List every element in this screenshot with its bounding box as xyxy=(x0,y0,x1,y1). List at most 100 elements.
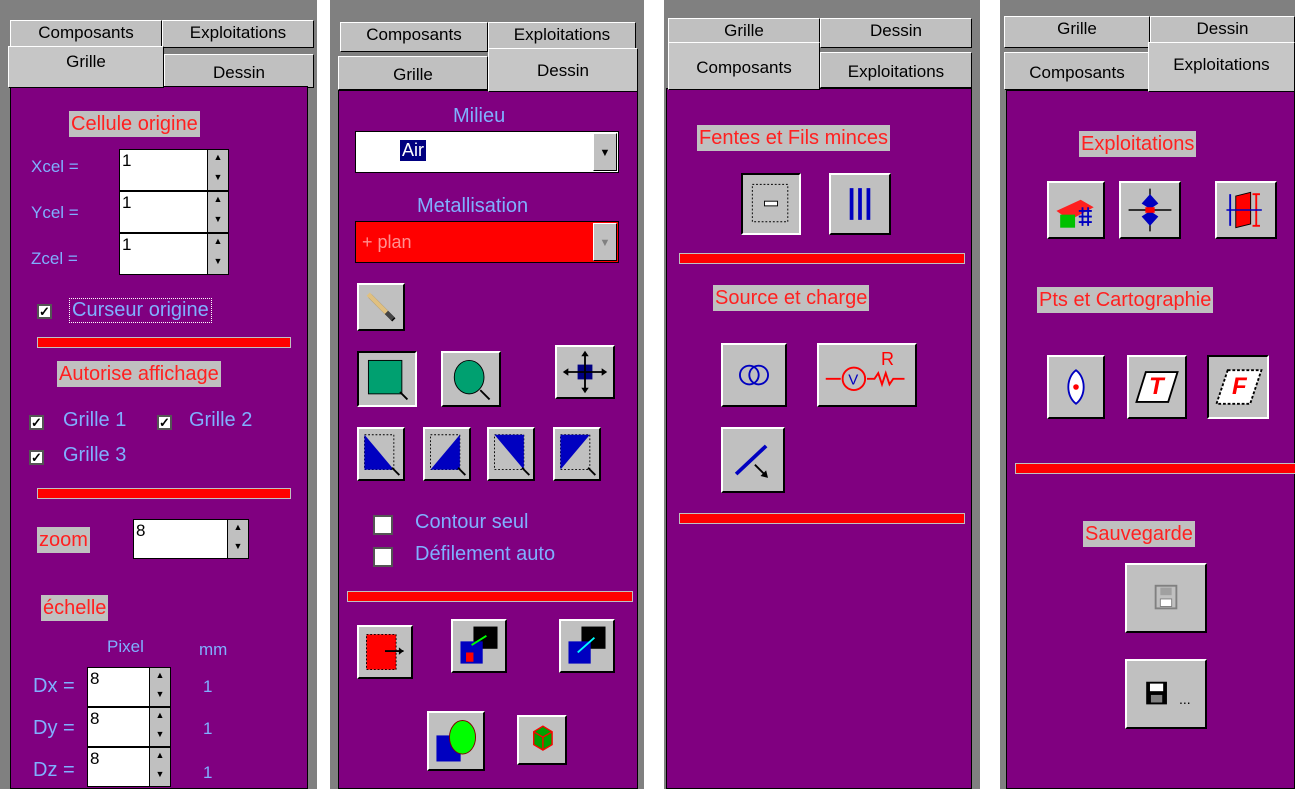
tab-composants[interactable]: Composants xyxy=(10,20,162,48)
tab-composants[interactable]: Composants xyxy=(668,42,820,90)
rectangle-icon xyxy=(367,359,409,401)
triangle-2-button[interactable] xyxy=(423,427,471,481)
grille1-checkbox[interactable]: ✓ xyxy=(29,415,44,430)
tab-exploitations[interactable]: Exploitations xyxy=(162,20,314,48)
tab-composants-label: Composants xyxy=(696,58,792,77)
curseur-origine-checkbox[interactable]: ✓ xyxy=(37,304,52,319)
spin-down-icon[interactable]: ▼ xyxy=(228,539,248,558)
field-distribution-button[interactable] xyxy=(1119,181,1181,239)
dz-input[interactable] xyxy=(90,749,138,769)
3d-box-icon xyxy=(533,725,553,751)
xcel-spinner[interactable]: ▲▼ xyxy=(119,149,229,191)
defilement-auto-checkbox[interactable] xyxy=(373,547,393,567)
tab-composants[interactable]: Composants xyxy=(340,22,488,52)
spin-up-icon[interactable]: ▲ xyxy=(208,150,228,170)
triangle-1-button[interactable] xyxy=(357,427,405,481)
shapes-button[interactable] xyxy=(427,711,485,771)
paste-button[interactable] xyxy=(559,619,615,673)
separator-bar xyxy=(679,253,965,264)
pencil-button[interactable] xyxy=(357,283,405,331)
thin-wires-icon xyxy=(849,188,871,220)
export-red-button[interactable] xyxy=(357,625,413,679)
charge-button[interactable]: V R xyxy=(817,343,917,407)
spin-down-icon[interactable]: ▼ xyxy=(150,727,170,746)
tab-dessin-label: Dessin xyxy=(870,21,922,40)
zoom-input[interactable] xyxy=(136,521,203,541)
shapes-icon xyxy=(436,720,477,762)
zcel-input[interactable] xyxy=(122,235,185,255)
spin-up-icon[interactable]: ▲ xyxy=(208,192,228,212)
dropdown-arrow-icon[interactable]: ▼ xyxy=(593,223,617,261)
dx-spinner[interactable]: ▲▼ xyxy=(87,667,171,707)
spin-up-icon[interactable]: ▲ xyxy=(150,708,170,727)
ycel-input[interactable] xyxy=(122,193,185,213)
plot-3d-button[interactable] xyxy=(1047,181,1105,239)
spin-up-icon[interactable]: ▲ xyxy=(228,520,248,539)
separator-bar xyxy=(37,337,291,348)
grille2-checkbox[interactable]: ✓ xyxy=(157,415,172,430)
milieu-select[interactable]: Air ▼ xyxy=(355,131,619,173)
triangle-lower-right-icon xyxy=(430,434,466,476)
panel-dessin: Composants Exploitations Grille Dessin M… xyxy=(330,0,644,789)
spin-down-icon[interactable]: ▼ xyxy=(150,687,170,706)
spin-up-icon[interactable]: ▲ xyxy=(150,668,170,687)
grille3-checkbox[interactable]: ✓ xyxy=(29,450,44,465)
draw-ellipse-button[interactable] xyxy=(441,351,501,407)
spin-down-icon[interactable]: ▼ xyxy=(208,254,228,274)
spin-down-icon[interactable]: ▼ xyxy=(150,767,170,786)
copy-to-button[interactable] xyxy=(451,619,507,673)
triangle-3-button[interactable] xyxy=(487,427,535,481)
3d-plot-icon xyxy=(1056,199,1094,228)
tab-exploitations[interactable]: Exploitations xyxy=(1148,42,1295,92)
curseur-origine-label[interactable]: Curseur origine xyxy=(69,298,212,323)
zoom-spinner[interactable]: ▲▼ xyxy=(133,519,249,559)
flip-analysis-button[interactable] xyxy=(1215,181,1277,239)
tab-dessin[interactable]: Dessin xyxy=(488,48,638,92)
tab-grille-label: Grille xyxy=(1057,19,1097,38)
dz-label: Dz = xyxy=(33,759,75,781)
spin-up-icon[interactable]: ▲ xyxy=(208,234,228,254)
fentes-heading: Fentes et Fils minces xyxy=(697,125,890,151)
tab-dessin[interactable]: Dessin xyxy=(820,18,972,48)
probe-arrow-icon xyxy=(734,444,768,478)
mm-header: mm xyxy=(199,640,228,659)
triangle-lower-left-icon xyxy=(364,434,400,476)
dy-input[interactable] xyxy=(90,709,138,729)
dropdown-arrow-icon[interactable]: ▼ xyxy=(593,133,617,171)
triangle-4-button[interactable] xyxy=(553,427,601,481)
source-button[interactable] xyxy=(721,343,787,407)
metallisation-select[interactable]: + plan ▼ xyxy=(355,221,619,263)
pixel-header: Pixel xyxy=(107,637,144,656)
contour-seul-checkbox[interactable] xyxy=(373,515,393,535)
save-as-button[interactable]: ... xyxy=(1125,659,1207,729)
panel-composants: Grille Dessin Composants Exploitations F… xyxy=(664,0,980,789)
tab-composants-label: Composants xyxy=(38,23,134,42)
3d-box-button[interactable] xyxy=(517,715,567,765)
tab-exploitations[interactable]: Exploitations xyxy=(820,52,972,88)
move-button[interactable] xyxy=(555,345,615,399)
save-button[interactable] xyxy=(1125,563,1207,633)
spin-down-icon[interactable]: ▼ xyxy=(208,170,228,190)
tab-grille[interactable]: Grille xyxy=(338,56,488,90)
tab-dessin[interactable]: Dessin xyxy=(164,54,314,88)
fente-button[interactable] xyxy=(741,173,801,235)
pencil-icon xyxy=(366,292,396,322)
draw-rectangle-button[interactable] xyxy=(357,351,417,407)
triangle-upper-left-icon xyxy=(560,434,596,476)
spin-up-icon[interactable]: ▲ xyxy=(150,748,170,767)
frequency-plot-button[interactable]: F xyxy=(1207,355,1269,419)
time-plot-button[interactable]: T xyxy=(1127,355,1187,419)
probe-button[interactable] xyxy=(721,427,785,493)
point-button[interactable] xyxy=(1047,355,1105,419)
spin-down-icon[interactable]: ▼ xyxy=(208,212,228,232)
xcel-input[interactable] xyxy=(122,151,185,171)
ycel-spinner[interactable]: ▲▼ xyxy=(119,191,229,233)
fils-minces-button[interactable] xyxy=(829,173,891,235)
zcel-spinner[interactable]: ▲▼ xyxy=(119,233,229,275)
dy-spinner[interactable]: ▲▼ xyxy=(87,707,171,747)
tab-composants[interactable]: Composants xyxy=(1004,52,1150,90)
tab-grille[interactable]: Grille xyxy=(8,46,164,88)
dx-input[interactable] xyxy=(90,669,138,689)
tab-grille[interactable]: Grille xyxy=(1004,16,1150,48)
dz-spinner[interactable]: ▲▼ xyxy=(87,747,171,787)
